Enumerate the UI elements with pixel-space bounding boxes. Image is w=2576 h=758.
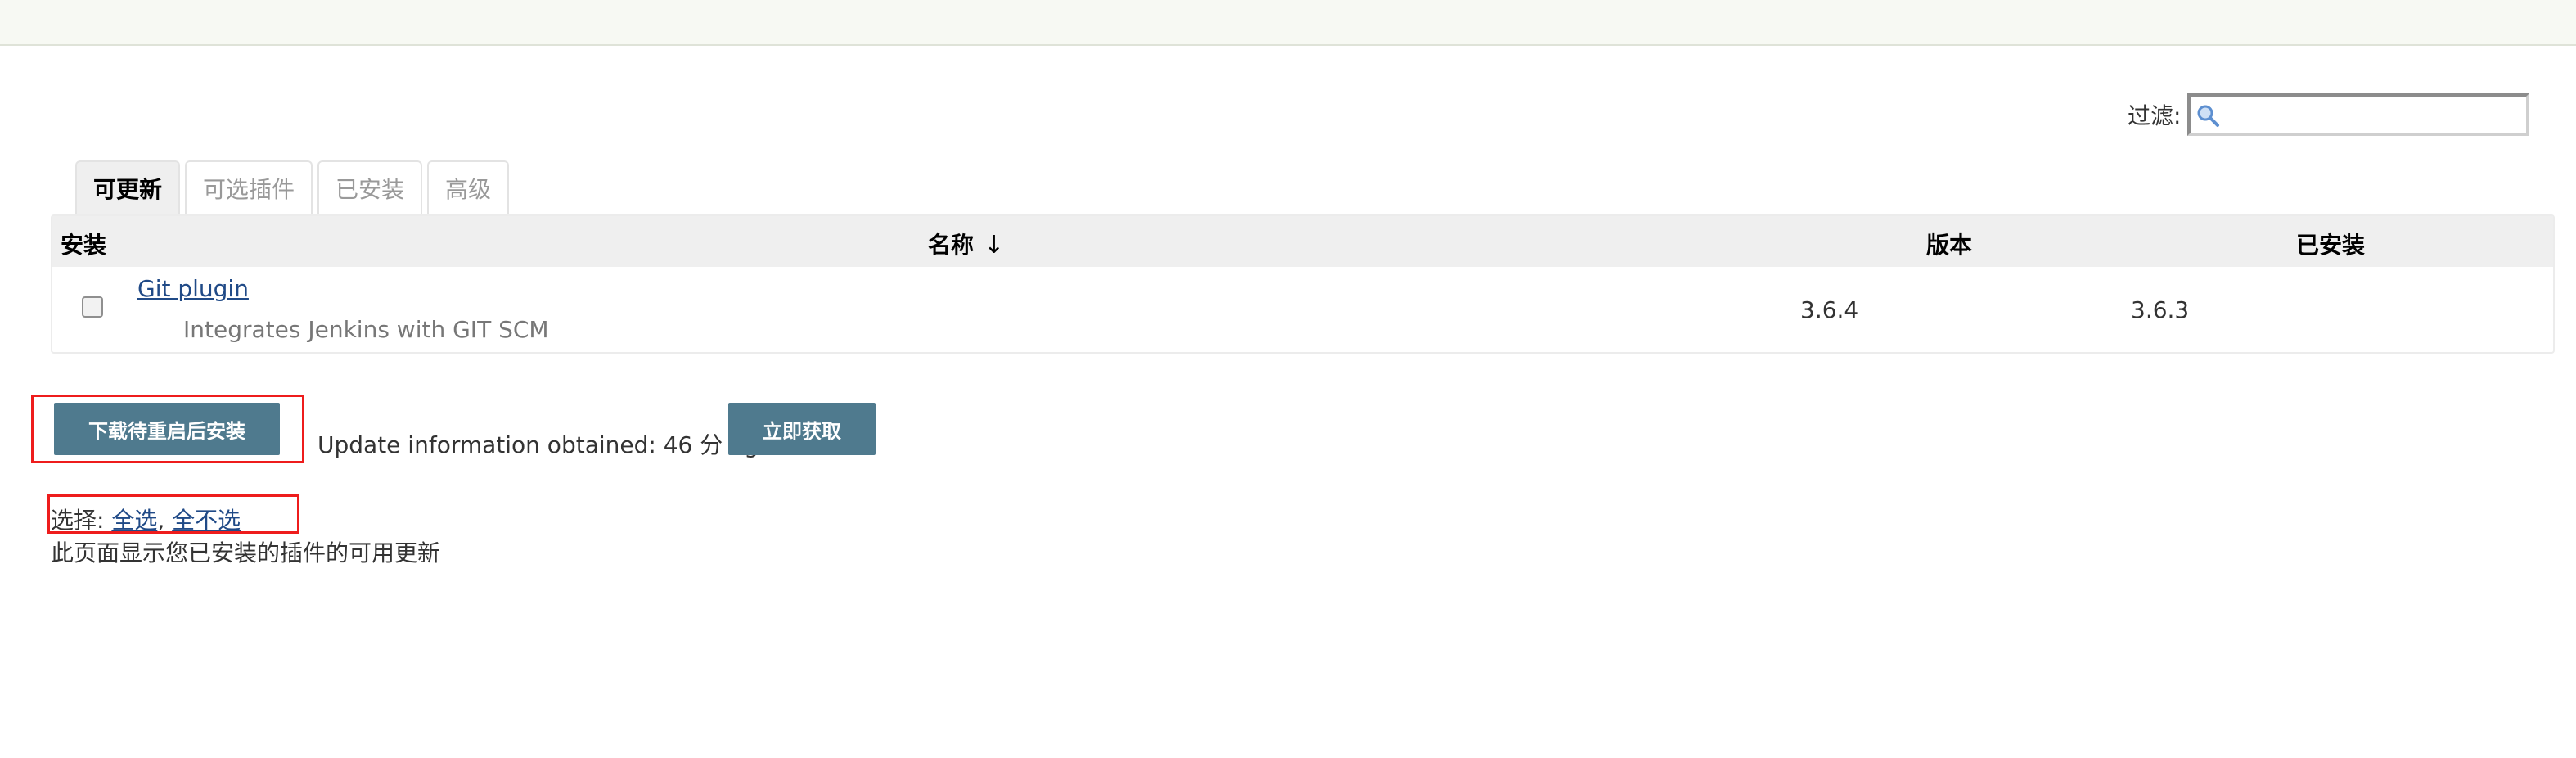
selection-prefix: 选择: [51, 507, 105, 534]
plugin-installed-version: 3.6.3 [2131, 296, 2190, 323]
plugin-table: 安装 名称 ↓ 版本 已安装 Git plugin Integrates Jenk… [51, 214, 2555, 354]
tab-advanced[interactable]: 高级 [427, 160, 510, 214]
tab-available[interactable]: 可选插件 [185, 160, 313, 214]
plugin-version: 3.6.4 [1800, 296, 1859, 323]
top-bar [0, 0, 2576, 46]
install-after-restart-button[interactable]: 下载待重启后安装 [54, 403, 280, 455]
sort-arrow-icon: ↓ [984, 231, 1005, 259]
select-none-link[interactable]: 全不选 [172, 507, 241, 534]
plugin-name-link[interactable]: Git plugin [137, 275, 249, 302]
tab-installed[interactable]: 已安装 [317, 160, 423, 214]
fetch-now-button[interactable]: 立即获取 [728, 403, 876, 455]
plugin-description: Integrates Jenkins with GIT SCM [183, 316, 549, 343]
tab-updates[interactable]: 可更新 [75, 160, 181, 214]
selection-controls: 选择: 全选, 全不选 [51, 503, 241, 535]
plugin-checkbox[interactable] [82, 296, 103, 318]
header-version[interactable]: 版本 [1926, 228, 1972, 260]
filter-bar: 过滤: [2128, 93, 2530, 136]
selection-separator: , [157, 507, 165, 534]
table-header: 安装 名称 ↓ 版本 已安装 [52, 216, 2553, 267]
header-install[interactable]: 安装 [61, 228, 106, 260]
filter-input[interactable] [2191, 97, 2527, 133]
header-name-label: 名称 [928, 232, 975, 259]
filter-field[interactable] [2187, 93, 2530, 136]
header-name[interactable]: 名称 ↓ [928, 228, 1004, 260]
page-description: 此页面显示您已安装的插件的可用更新 [51, 539, 441, 566]
filter-label: 过滤: [2128, 102, 2182, 129]
update-info-text: Update information obtained: 46 分 ago [317, 431, 773, 458]
select-all-link[interactable]: 全选 [111, 507, 157, 534]
header-installed[interactable]: 已安装 [2296, 228, 2365, 260]
tab-bar: 可更新 可选插件 已安装 高级 [75, 160, 514, 214]
